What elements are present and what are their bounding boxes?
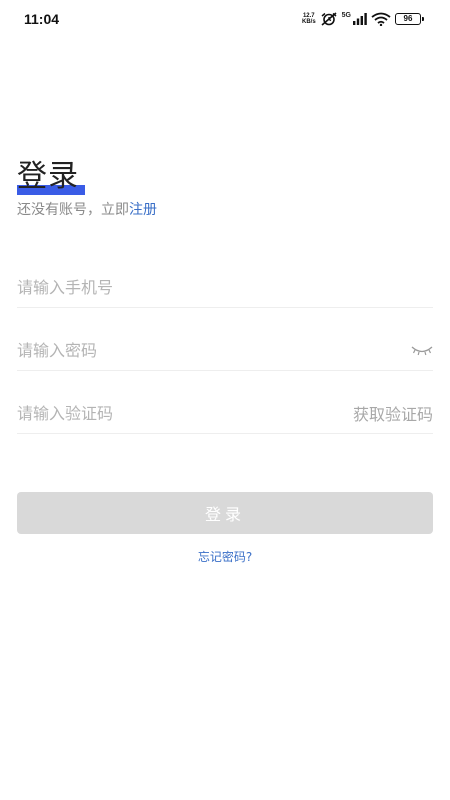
phone-field — [17, 267, 433, 308]
network-speed: 12.7 KB/s — [302, 13, 316, 25]
password-field — [17, 330, 433, 371]
verification-code-input[interactable] — [17, 403, 353, 423]
cellular-signal-icon — [353, 13, 367, 25]
battery-tip — [422, 17, 424, 21]
forgot-password-link[interactable]: 忘记密码? — [198, 550, 252, 564]
status-icons: 12.7 KB/s 5G 96 — [302, 11, 424, 27]
register-link[interactable]: 注册 — [129, 202, 157, 218]
wifi-icon — [371, 12, 391, 26]
no-account-text: 还没有账号，立即 — [17, 202, 129, 218]
battery-level: 96 — [395, 13, 421, 25]
password-input[interactable] — [17, 340, 411, 360]
get-code-button[interactable]: 获取验证码 — [353, 401, 433, 425]
forgot-password-row: 忘记密码? — [0, 548, 450, 565]
battery-indicator: 96 — [395, 13, 424, 25]
login-button[interactable]: 登录 — [17, 492, 433, 534]
signal-type-label: 5G — [341, 11, 351, 19]
eye-closed-icon[interactable] — [411, 343, 433, 357]
status-time: 11:04 — [24, 11, 60, 27]
code-field: 获取验证码 — [17, 393, 433, 434]
phone-input[interactable] — [17, 277, 433, 297]
login-title-wrap: 登录 — [17, 159, 85, 195]
network-speed-unit: KB/s — [301, 19, 316, 25]
alarm-off-icon — [321, 12, 337, 26]
status-bar: 11:04 12.7 KB/s 5G 96 — [0, 0, 450, 38]
page-title: 登录 — [17, 159, 79, 194]
register-prompt: 还没有账号，立即注册 — [17, 201, 157, 219]
